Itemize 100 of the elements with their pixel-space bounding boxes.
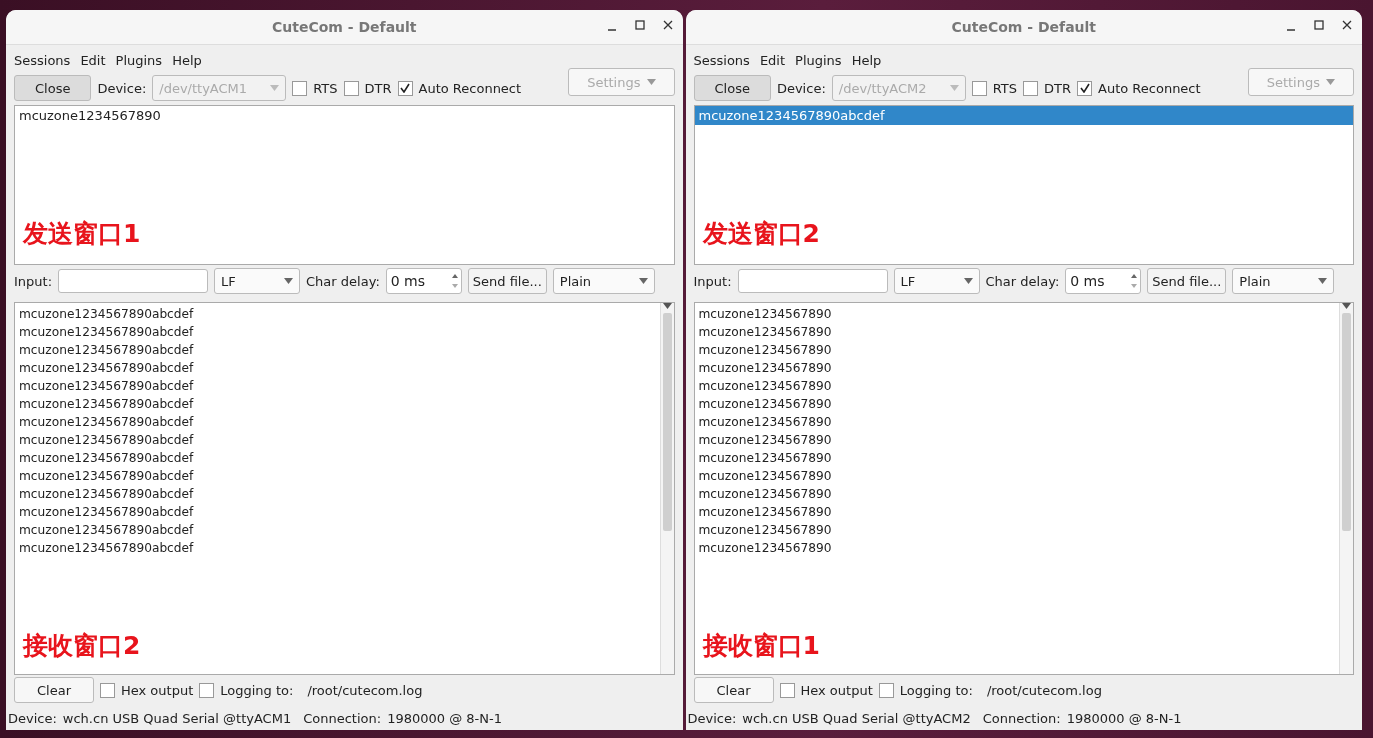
scrollbar[interactable] bbox=[1339, 303, 1353, 674]
caret-icon bbox=[949, 85, 959, 91]
close-icon[interactable] bbox=[662, 19, 673, 31]
caret-icon bbox=[662, 303, 672, 309]
history-item[interactable]: mcuzone1234567890 bbox=[15, 106, 674, 125]
send-file-button[interactable]: Send file... bbox=[1147, 268, 1227, 294]
output-line: mcuzone1234567890abcdef bbox=[19, 306, 195, 323]
checkmark-icon bbox=[1079, 83, 1090, 93]
output-line: mcuzone1234567890 bbox=[698, 450, 833, 467]
menu-item[interactable]: Edit bbox=[76, 52, 110, 68]
menu-item[interactable]: Sessions bbox=[10, 52, 75, 68]
checkbox[interactable]: DTR bbox=[1023, 80, 1072, 96]
output-line: mcuzone1234567890abcdef bbox=[19, 468, 195, 485]
output-line: mcuzone1234567890abcdef bbox=[19, 324, 195, 341]
checkbox[interactable]: Logging to: bbox=[199, 682, 294, 698]
output-line: mcuzone1234567890 bbox=[698, 522, 833, 539]
window-title: CuteCom - Default bbox=[951, 19, 1097, 35]
log-path: /root/cutecom.log bbox=[986, 682, 1102, 698]
output-line: mcuzone1234567890abcdef bbox=[19, 378, 195, 395]
output-line: mcuzone1234567890abcdef bbox=[19, 414, 195, 431]
status-value: 1980000 @ 8-N-1 bbox=[387, 711, 502, 726]
char-delay-spinbox[interactable]: 0 ms bbox=[385, 268, 462, 294]
char-delay-label: Char delay: bbox=[985, 273, 1060, 289]
output-line: mcuzone1234567890 bbox=[698, 432, 833, 449]
annotation-text: 发送窗口2 bbox=[702, 218, 820, 250]
checkbox[interactable]: RTS bbox=[971, 80, 1018, 96]
annotation-text: 接收窗口1 bbox=[702, 630, 820, 662]
caret-icon bbox=[963, 278, 973, 284]
maximize-icon[interactable] bbox=[1314, 19, 1324, 31]
send-file-button[interactable]: Send file... bbox=[467, 268, 547, 294]
annotation-text: 发送窗口1 bbox=[23, 218, 141, 250]
output-line: mcuzone1234567890 bbox=[698, 540, 833, 557]
output-line: mcuzone1234567890abcdef bbox=[19, 522, 195, 539]
input-field[interactable] bbox=[737, 269, 888, 293]
input-label: Input: bbox=[14, 273, 53, 289]
char-delay-label: Char delay: bbox=[306, 273, 380, 289]
menu-item[interactable]: Help bbox=[847, 52, 886, 68]
status-label: Connection: bbox=[982, 711, 1061, 726]
format-dropdown[interactable]: Plain bbox=[552, 268, 655, 294]
format-dropdown[interactable]: Plain bbox=[1232, 268, 1335, 294]
checkbox[interactable]: Logging to: bbox=[878, 682, 973, 698]
line-end-dropdown[interactable]: LF bbox=[893, 268, 980, 294]
output-line: mcuzone1234567890abcdef bbox=[19, 540, 195, 557]
output-line: mcuzone1234567890 bbox=[698, 486, 833, 503]
annotation-text: 接收窗口2 bbox=[23, 630, 141, 662]
menu-item[interactable]: Help bbox=[168, 52, 206, 68]
status-value: wch.cn USB Quad Serial @ttyACM1 bbox=[62, 711, 292, 726]
output-line: mcuzone1234567890 bbox=[698, 342, 833, 359]
output-line: mcuzone1234567890 bbox=[698, 324, 833, 341]
device-label: Device: bbox=[97, 80, 147, 96]
window-title: CuteCom - Default bbox=[271, 19, 417, 35]
output-line: mcuzone1234567890 bbox=[698, 360, 833, 377]
close-icon[interactable] bbox=[1342, 19, 1352, 31]
device-label: Device: bbox=[776, 80, 826, 96]
status-value: wch.cn USB Quad Serial @ttyACM2 bbox=[742, 711, 971, 726]
caret-icon bbox=[1326, 79, 1335, 85]
output-line: mcuzone1234567890 bbox=[698, 468, 833, 485]
caret-icon bbox=[646, 79, 656, 85]
checkbox[interactable]: DTR bbox=[343, 80, 392, 96]
checkbox[interactable]: Auto Reconnect bbox=[1077, 80, 1201, 96]
caret-icon bbox=[284, 278, 294, 284]
menu-item[interactable]: Plugins bbox=[791, 52, 846, 68]
checkbox[interactable]: Hex output bbox=[779, 682, 873, 698]
output-line: mcuzone1234567890abcdef bbox=[19, 360, 195, 377]
status-value: 1980000 @ 8-N-1 bbox=[1066, 711, 1182, 726]
menu-item[interactable]: Sessions bbox=[689, 52, 754, 68]
checkmark-icon bbox=[400, 83, 411, 93]
output-line: mcuzone1234567890 bbox=[698, 396, 833, 413]
input-label: Input: bbox=[693, 273, 732, 289]
output-line: mcuzone1234567890abcdef bbox=[19, 450, 195, 467]
output-line: mcuzone1234567890abcdef bbox=[19, 486, 195, 503]
output-line: mcuzone1234567890abcdef bbox=[19, 342, 195, 359]
caret-icon bbox=[638, 278, 648, 284]
clear-button[interactable]: Clear bbox=[693, 677, 774, 703]
line-end-dropdown[interactable]: LF bbox=[214, 268, 301, 294]
scrollbar[interactable] bbox=[659, 303, 674, 674]
maximize-icon[interactable] bbox=[634, 19, 645, 31]
input-field[interactable] bbox=[58, 269, 209, 293]
caret-icon bbox=[1318, 278, 1328, 284]
clear-button[interactable]: Clear bbox=[14, 677, 94, 703]
caret-icon bbox=[1342, 303, 1351, 309]
output-line: mcuzone1234567890 bbox=[698, 378, 833, 395]
status-label: Device: bbox=[687, 711, 737, 726]
caret-icon bbox=[270, 85, 280, 91]
checkbox[interactable]: RTS bbox=[292, 80, 338, 96]
char-delay-spinbox[interactable]: 0 ms bbox=[1065, 268, 1142, 294]
menu-item[interactable]: Edit bbox=[755, 52, 790, 68]
output-line: mcuzone1234567890abcdef bbox=[19, 396, 195, 413]
close-button[interactable]: Close bbox=[693, 75, 771, 101]
menu-item[interactable]: Plugins bbox=[111, 52, 167, 68]
output-line: mcuzone1234567890 bbox=[698, 306, 833, 323]
checkbox[interactable]: Auto Reconnect bbox=[397, 80, 522, 96]
output-line: mcuzone1234567890abcdef bbox=[19, 432, 195, 449]
output-line: mcuzone1234567890 bbox=[698, 504, 833, 521]
close-button[interactable]: Close bbox=[14, 75, 92, 101]
checkbox[interactable]: Hex output bbox=[100, 682, 194, 698]
history-item[interactable]: mcuzone1234567890abcdef bbox=[694, 106, 1353, 125]
status-label: Connection: bbox=[303, 711, 382, 726]
output-line: mcuzone1234567890 bbox=[698, 414, 833, 431]
output-line: mcuzone1234567890abcdef bbox=[19, 504, 195, 521]
